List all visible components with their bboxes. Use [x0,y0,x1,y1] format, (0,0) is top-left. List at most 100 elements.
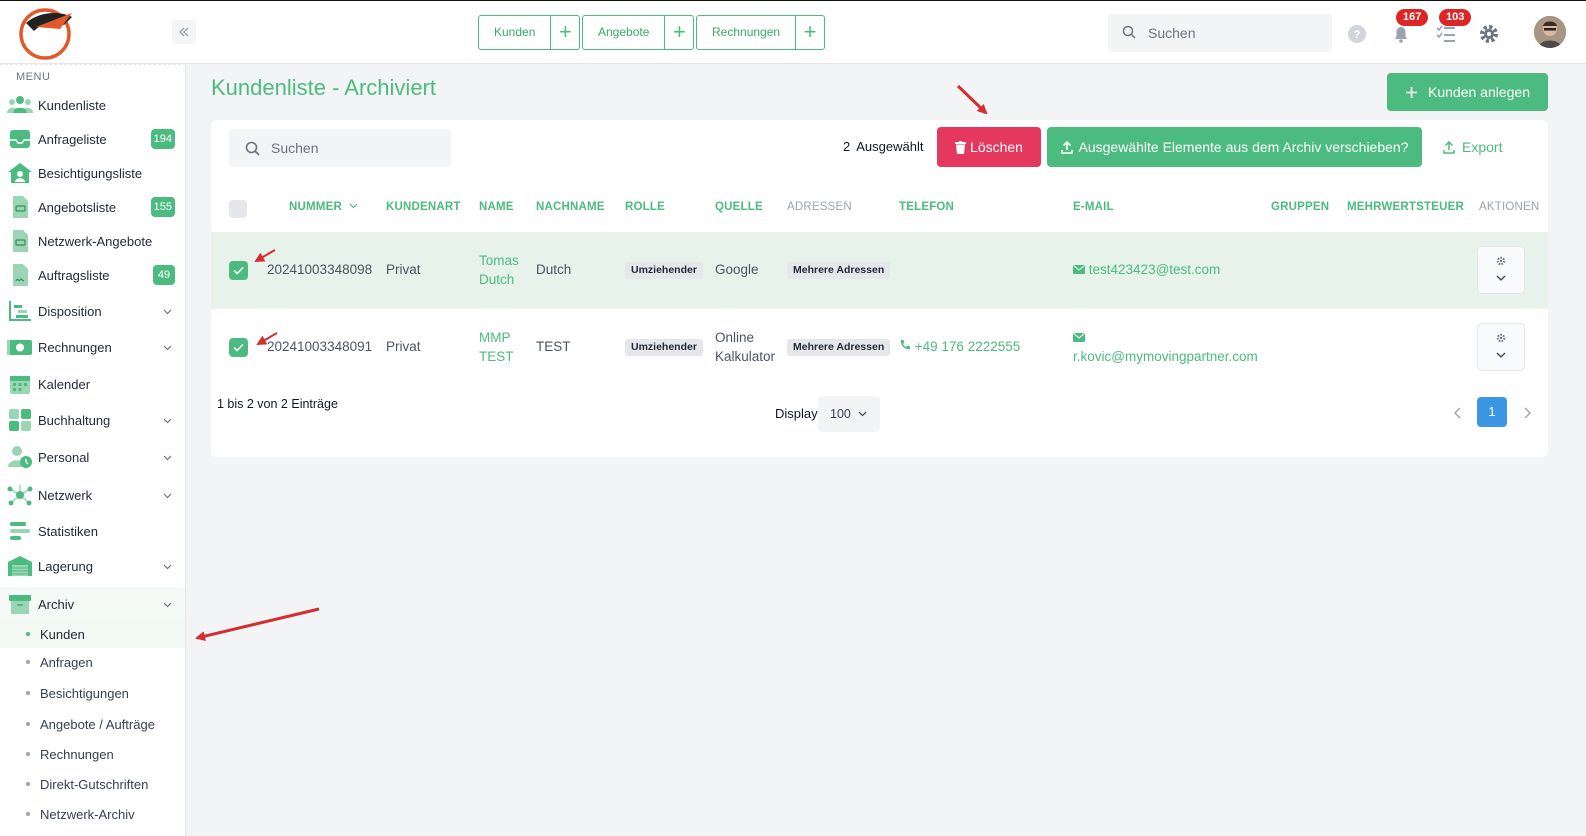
row-checkbox[interactable] [229,338,248,357]
chevron-right-icon[interactable] [1520,406,1534,420]
bullet [26,752,30,756]
plus-icon[interactable]: + [550,16,579,49]
bell-icon[interactable] [1390,23,1412,45]
global-search-input[interactable] [1148,14,1318,52]
pagination-page[interactable]: 1 [1477,397,1507,427]
cell-name-link[interactable]: MMP TEST [479,328,519,366]
sidebar-item-lagerung[interactable]: Lagerung [0,549,185,583]
quick-link-label[interactable]: Kunden [479,16,550,49]
addresses-tag[interactable]: Mehrere Adressen [787,262,891,279]
table-info: 1 bis 2 von 2 Einträge [217,397,338,411]
row-checkbox[interactable] [229,261,248,280]
archive-sub-angebote-auftraege[interactable]: Angebote / Aufträge [0,710,185,738]
chevron-down-icon [163,345,172,350]
help-icon[interactable]: ? [1346,23,1368,45]
search-icon [245,141,260,156]
sidebar-item-statistiken[interactable]: Statistiken [0,514,185,548]
archive-sub-direkt-gutschriften[interactable]: Direkt-Gutschriften [0,770,185,798]
sidebar-item-rechnungen[interactable]: Rechnungen [0,330,185,364]
quick-link-label[interactable]: Rechnungen [697,16,795,49]
sidebar-item-label: Lagerung [38,558,93,574]
cell-name-link[interactable]: Tomas Dutch [479,251,529,289]
column-header-telefon[interactable]: TELEFON [899,201,954,213]
tasks-icon[interactable] [1435,23,1457,45]
phone-link[interactable]: +49 176 2222555 [915,339,1020,354]
warehouse-icon [8,556,32,576]
cell-email[interactable]: r.kovic@mymovingpartner.com [1073,328,1273,366]
addresses-tag[interactable]: Mehrere Adressen [787,339,891,356]
select-all-checkbox[interactable] [229,200,247,218]
archive-sub-kunden[interactable]: Kunden [0,620,185,648]
column-header-email[interactable]: E-MAIL [1073,201,1114,213]
sidebar-item-disposition[interactable]: Disposition [0,294,185,328]
archive-sub-besichtigungen[interactable]: Besichtigungen [0,679,185,707]
column-header-kundenart[interactable]: KUNDENART [386,201,461,213]
sidebar-item-angebotsliste[interactable]: Angebotsliste 155 [0,190,185,224]
gear-icon [1496,333,1506,343]
table-row[interactable]: 20241003348098 Privat Tomas Dutch Dutch … [211,232,1548,308]
archive-sub-anfragen[interactable]: Anfragen [0,648,185,676]
column-header-mehrwertsteuer[interactable]: MEHRWERTSTEUER [1347,201,1464,213]
cell-lastname: TEST [536,339,571,354]
display-label: Display [775,406,818,421]
plus-icon[interactable]: + [795,16,824,49]
cell-email[interactable]: test423423@test.com [1073,260,1220,279]
sidebar-item-netzwerk[interactable]: Netzwerk [0,478,185,512]
sidebar-item-label: Kundenliste [38,97,106,113]
role-tag: Umziehender [625,262,703,279]
column-header-name[interactable]: NAME [479,201,514,213]
column-header-nachname[interactable]: NACHNAME [536,201,605,213]
archive-sub-label: Rechnungen [40,746,114,762]
sidebar-item-buchhaltung[interactable]: Buchhaltung [0,403,185,437]
column-header-gruppen[interactable]: GRUPPEN [1271,201,1329,213]
add-customer-label: Kunden anlegen [1428,84,1530,100]
export-button[interactable]: Export [1443,134,1502,160]
archive-icon [9,595,31,614]
table-row[interactable]: 20241003348091 Privat MMP TEST TEST Umzi… [211,309,1548,385]
sidebar-item-auftragsliste[interactable]: Auftragsliste 49 [0,258,185,292]
sidebar-item-personal[interactable]: Personal [0,440,185,474]
chevron-down-icon [163,418,172,423]
inbox-icon [10,130,30,148]
sidebar-item-netzwerk-angebote[interactable]: Netzwerk-Angebote [0,224,185,258]
column-header-rolle[interactable]: ROLLE [625,201,665,213]
cell-type: Privat [386,262,421,277]
export-label: Export [1462,139,1503,155]
add-customer-button[interactable]: Kunden anlegen [1387,73,1548,111]
gear-icon[interactable] [1478,23,1500,45]
sidebar-collapse-button[interactable] [172,20,196,44]
cell-phone[interactable]: +49 176 2222555 [899,337,1020,356]
money-icon [7,340,32,355]
email-link[interactable]: test423423@test.com [1089,262,1221,277]
unarchive-button[interactable]: Ausgewählte Elemente aus dem Archiv vers… [1047,127,1422,167]
sidebar-item-archiv[interactable]: Archiv [0,587,185,621]
archive-sub-netzwerk-archiv[interactable]: Netzwerk-Archiv [0,800,185,828]
page-size-select[interactable]: 100 [818,396,880,432]
chevron-down-icon [858,411,867,417]
trash-icon [955,140,967,154]
quick-link-label[interactable]: Angebote [583,16,664,49]
row-actions-button[interactable] [1477,246,1525,294]
company-logo[interactable] [12,3,82,61]
archive-sub-rechnungen[interactable]: Rechnungen [0,740,185,768]
column-header-quelle[interactable]: QUELLE [715,201,763,213]
mail-icon [1073,265,1085,274]
email-link[interactable]: r.kovic@mymovingpartner.com [1073,349,1258,364]
archive-sub-label: Angebote / Aufträge [40,716,155,732]
sidebar-item-kundenliste[interactable]: Kundenliste [0,88,185,122]
table-search-input[interactable] [271,129,441,167]
chevron-down-icon [163,455,172,460]
chevron-left-icon[interactable] [1451,406,1465,420]
row-actions-button[interactable] [1477,323,1525,371]
cell-number: 20241003348098 [267,262,373,277]
user-avatar[interactable] [1534,16,1566,48]
sidebar-item-kalender[interactable]: Kalender [0,367,185,401]
sidebar-item-besichtigungsliste[interactable]: Besichtigungsliste [0,156,185,190]
plus-icon[interactable]: + [664,16,693,49]
sidebar-item-anfrageliste[interactable]: Anfrageliste 194 [0,122,185,156]
delete-button[interactable]: Löschen [937,127,1041,167]
user-photo [1534,16,1566,48]
chevron-down-icon [1496,352,1506,358]
column-header-nummer[interactable]: NUMMER [289,201,358,213]
sidebar-item-label: Anfrageliste [38,131,107,147]
